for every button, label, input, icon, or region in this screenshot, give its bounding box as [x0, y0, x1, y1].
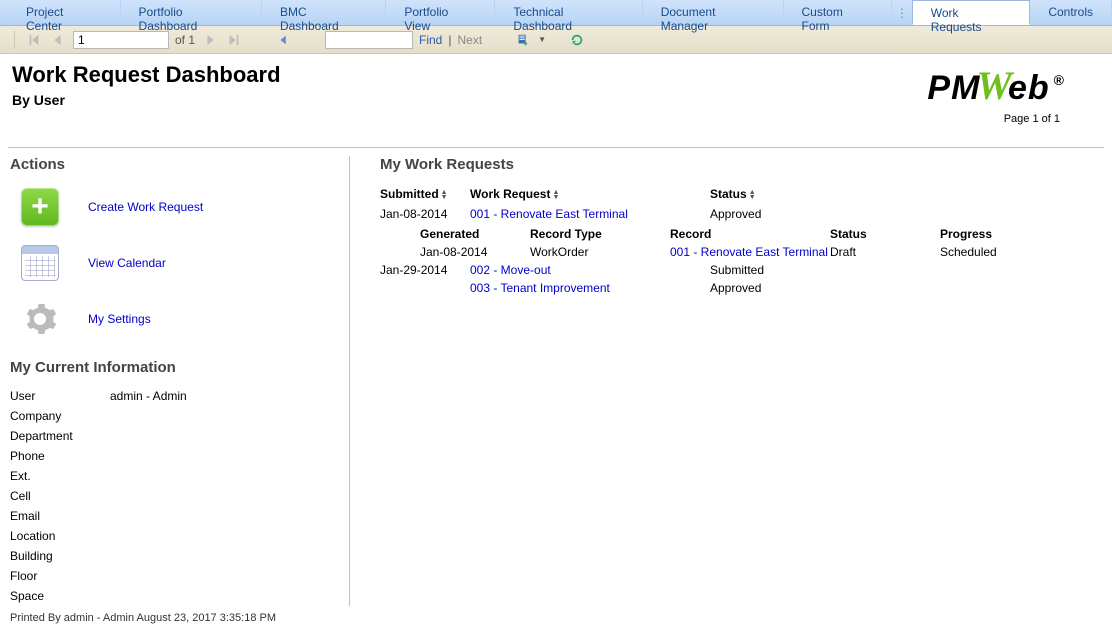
info-value: admin - Admin	[110, 389, 187, 403]
action-label: My Settings	[88, 312, 151, 326]
requests-header-row: Submitted▲▼ Work Request▲▼ Status▲▼	[380, 187, 1102, 201]
pmweb-logo: PMWeb®	[927, 62, 1060, 109]
info-label: Company	[10, 409, 110, 423]
tab-grip[interactable]: ⋮	[892, 0, 912, 25]
cell-status: Approved	[710, 281, 830, 295]
tab-bmc-dashboard[interactable]: BMC Dashboard	[262, 0, 386, 25]
page-subtitle: By User	[12, 92, 927, 108]
plus-icon	[21, 188, 59, 226]
info-label: Ext.	[10, 469, 110, 483]
actions-title: Actions	[10, 156, 339, 173]
cell-status: Approved	[710, 207, 830, 221]
tab-work-requests[interactable]: Work Requests	[912, 0, 1031, 25]
col-status[interactable]: Status	[710, 187, 747, 201]
info-row: Building	[10, 546, 339, 566]
work-request-link[interactable]: 002 - Move-out	[470, 263, 551, 277]
print-footer: Printed By admin - Admin August 23, 2017…	[0, 606, 1112, 630]
info-row: Space	[10, 586, 339, 606]
child-header-row: GeneratedRecord TypeRecordStatusProgress	[420, 227, 1102, 241]
prev-page-button[interactable]	[49, 31, 67, 49]
cell-submitted: Jan-29-2014	[380, 263, 470, 277]
info-label: Department	[10, 429, 110, 443]
my-work-requests-title: My Work Requests	[380, 156, 1102, 173]
first-page-button[interactable]	[25, 31, 43, 49]
child-col-status: Status	[830, 227, 940, 241]
info-row: Company	[10, 406, 339, 426]
cell-generated: Jan-08-2014	[420, 245, 530, 259]
info-row: Phone	[10, 446, 339, 466]
page-title: Work Request Dashboard	[12, 62, 927, 88]
action-label: Create Work Request	[88, 200, 203, 214]
info-label: Floor	[10, 569, 110, 583]
current-info-title: My Current Information	[10, 359, 339, 376]
child-col-record_type: Record Type	[530, 227, 670, 241]
find-link[interactable]: Find	[419, 33, 442, 47]
record-link[interactable]: 001 - Renovate East Terminal	[670, 245, 828, 259]
action-label: View Calendar	[88, 256, 166, 270]
action-view-calendar[interactable]: View Calendar	[10, 243, 339, 283]
info-label: Email	[10, 509, 110, 523]
tab-controls[interactable]: Controls	[1030, 0, 1112, 25]
info-label: Cell	[10, 489, 110, 503]
work-request-link[interactable]: 001 - Renovate East Terminal	[470, 207, 628, 221]
info-row: Cell	[10, 486, 339, 506]
child-col-generated: Generated	[420, 227, 530, 241]
last-page-button[interactable]	[225, 31, 243, 49]
info-row: Department	[10, 426, 339, 446]
tab-project-center[interactable]: Project Center	[8, 0, 121, 25]
next-link[interactable]: Next	[457, 33, 482, 47]
chevron-down-icon: ▼	[538, 35, 546, 44]
cell-submitted: Jan-08-2014	[380, 207, 470, 221]
info-label: Phone	[10, 449, 110, 463]
child-row: Jan-08-2014WorkOrder001 - Renovate East …	[420, 243, 1102, 261]
request-row: 003 - Tenant Improvement Approved	[380, 279, 1102, 297]
find-input[interactable]	[325, 31, 413, 49]
toolbar-separator: |	[448, 33, 451, 47]
page-of-label: of 1	[175, 33, 195, 47]
request-row: Jan-29-2014002 - Move-out Submitted	[380, 261, 1102, 279]
cell-submitted	[380, 281, 470, 295]
action-create-work-request[interactable]: Create Work Request	[10, 187, 339, 227]
col-submitted[interactable]: Submitted	[380, 187, 439, 201]
info-label: Space	[10, 589, 110, 603]
tab-technical-dashboard[interactable]: Technical Dashboard	[495, 0, 642, 25]
work-request-link[interactable]: 003 - Tenant Improvement	[470, 281, 610, 295]
child-col-record: Record	[670, 227, 830, 241]
export-button[interactable]	[514, 31, 532, 49]
cell-progress: Scheduled	[940, 245, 1040, 259]
calendar-icon	[21, 245, 59, 281]
cell-record-type: WorkOrder	[530, 245, 670, 259]
sort-icon: ▲▼	[441, 190, 448, 200]
gear-icon	[20, 299, 60, 339]
report-header: Work Request Dashboard By User PMWeb® Pa…	[0, 54, 1112, 129]
refresh-button[interactable]	[568, 31, 586, 49]
tab-custom-form[interactable]: Custom Form	[784, 0, 893, 25]
sort-icon: ▲▼	[749, 190, 756, 200]
cell-child-status: Draft	[830, 245, 940, 259]
info-row: Location	[10, 526, 339, 546]
tab-document-manager[interactable]: Document Manager	[643, 0, 784, 25]
tab-portfolio-view[interactable]: Portfolio View	[386, 0, 495, 25]
cell-status: Submitted	[710, 263, 830, 277]
page-indicator: Page 1 of 1	[927, 113, 1060, 125]
info-label: User	[10, 389, 110, 403]
sort-icon: ▲▼	[552, 190, 559, 200]
request-row: Jan-08-2014001 - Renovate East Terminal A…	[380, 205, 1102, 223]
col-work-request[interactable]: Work Request	[470, 187, 550, 201]
info-row: Useradmin - Admin	[10, 386, 339, 406]
next-page-button[interactable]	[201, 31, 219, 49]
back-button[interactable]	[275, 31, 293, 49]
info-label: Building	[10, 549, 110, 563]
tab-portfolio-dashboard[interactable]: Portfolio Dashboard	[121, 0, 262, 25]
child-col-progress: Progress	[940, 227, 1040, 241]
info-row: Email	[10, 506, 339, 526]
page-number-input[interactable]	[73, 31, 169, 49]
info-label: Location	[10, 529, 110, 543]
tab-bar: Project CenterPortfolio DashboardBMC Das…	[0, 0, 1112, 26]
action-my-settings[interactable]: My Settings	[10, 299, 339, 339]
info-row: Floor	[10, 566, 339, 586]
info-row: Ext.	[10, 466, 339, 486]
